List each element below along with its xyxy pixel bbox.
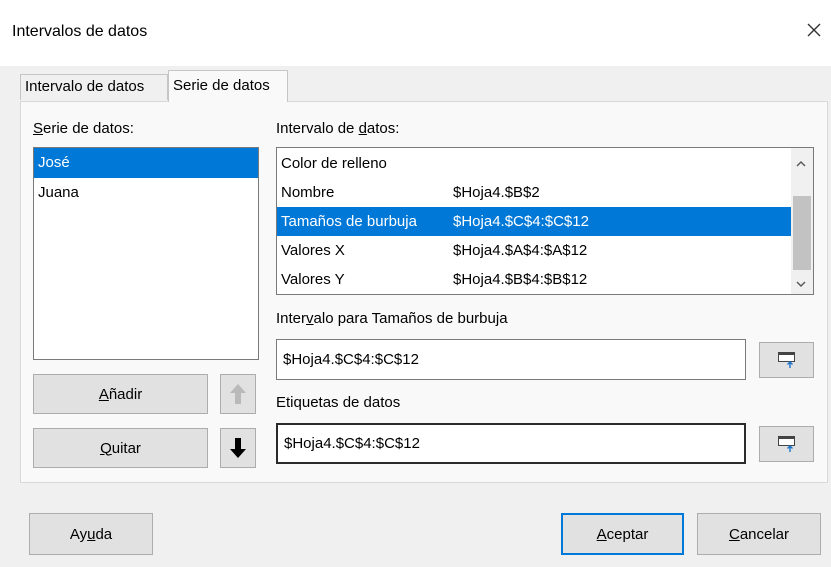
scroll-thumb[interactable] bbox=[793, 196, 811, 270]
window-title: Intervalos de datos bbox=[12, 23, 148, 40]
range-for-label-start: Inter bbox=[276, 310, 307, 327]
move-up-button[interactable] bbox=[220, 374, 256, 414]
series-item-juana[interactable]: Juana bbox=[34, 178, 258, 208]
ok-button[interactable]: Aceptar bbox=[561, 513, 684, 555]
cancel-button-mnemonic: C bbox=[728, 525, 740, 543]
ok-button-rest: ceptar bbox=[606, 525, 649, 543]
range-row-y-values[interactable]: Valores Y $Hoja4.$B$4:$B$12 bbox=[277, 265, 791, 294]
ranges-scrollbar[interactable] bbox=[791, 148, 813, 294]
range-role: Tamaños de burbuja bbox=[281, 213, 417, 230]
remove-button[interactable]: Quitar bbox=[33, 428, 208, 468]
range-value: $Hoja4.$B$2 bbox=[453, 184, 540, 201]
series-item-jose[interactable]: José bbox=[34, 148, 258, 178]
ranges-label-mnemonic: d bbox=[358, 120, 367, 137]
scroll-up-button[interactable] bbox=[795, 156, 807, 173]
remove-button-mnemonic: Q bbox=[100, 439, 112, 457]
help-button-start: Ay bbox=[69, 525, 88, 543]
add-button-rest: ñadir bbox=[108, 385, 143, 403]
range-for-label-rest: alo para Tamaños de burbuja bbox=[313, 310, 508, 327]
data-labels-label: Etiquetas de datos bbox=[276, 394, 401, 411]
ranges-table[interactable]: Color de relleno Nombre $Hoja4.$B$2 Tama… bbox=[276, 147, 814, 295]
cancel-button-rest: ancelar bbox=[739, 525, 790, 543]
range-value: $Hoja4.$C$4:$C$12 bbox=[453, 213, 589, 230]
range-role: Valores X bbox=[281, 242, 345, 259]
tab-intervalo-de-datos[interactable]: Intervalo de datos bbox=[20, 74, 168, 100]
range-for-label-mnemonic: v bbox=[306, 310, 314, 327]
range-row-bubble-sizes[interactable]: Tamaños de burbuja $Hoja4.$C$4:$C$12 bbox=[277, 207, 791, 236]
help-button-mnemonic: u bbox=[87, 525, 96, 543]
cancel-button[interactable]: Cancelar bbox=[697, 513, 821, 555]
select-data-labels-range-button[interactable] bbox=[759, 426, 814, 462]
add-button-mnemonic: A bbox=[98, 385, 109, 403]
series-label-rest: erie de datos: bbox=[43, 120, 134, 137]
series-list[interactable]: José Juana bbox=[33, 147, 259, 360]
data-labels-field[interactable]: $Hoja4.$C$4:$C$12 bbox=[276, 423, 746, 464]
range-role: Valores Y bbox=[281, 271, 345, 288]
tab-serie-de-datos[interactable]: Serie de datos bbox=[168, 70, 288, 102]
range-for-field[interactable]: $Hoja4.$C$4:$C$12 bbox=[276, 339, 746, 380]
range-row-x-values[interactable]: Valores X $Hoja4.$A$4:$A$12 bbox=[277, 236, 791, 265]
shrink-dialog-icon bbox=[777, 352, 795, 368]
scroll-down-button[interactable] bbox=[795, 276, 807, 293]
select-range-button[interactable] bbox=[759, 342, 814, 378]
ranges-label-rest: atos: bbox=[366, 120, 400, 137]
chevron-down-icon bbox=[796, 281, 806, 287]
close-icon bbox=[807, 23, 821, 37]
range-role: Color de relleno bbox=[281, 155, 387, 172]
series-label-mnemonic: S bbox=[33, 120, 44, 137]
range-for-label: Intervalo para Tamaños de burbuja bbox=[276, 310, 508, 327]
chevron-up-icon bbox=[796, 161, 806, 167]
close-button[interactable] bbox=[800, 16, 828, 44]
ok-button-mnemonic: A bbox=[596, 525, 607, 543]
ranges-label-start: Intervalo de bbox=[276, 120, 359, 137]
range-value: $Hoja4.$A$4:$A$12 bbox=[453, 242, 588, 259]
remove-button-rest: uitar bbox=[111, 439, 141, 457]
series-list-label: Serie de datos: bbox=[33, 120, 134, 137]
shrink-dialog-icon bbox=[777, 436, 795, 452]
ranges-rows: Color de relleno Nombre $Hoja4.$B$2 Tama… bbox=[277, 149, 791, 294]
add-button[interactable]: Añadir bbox=[33, 374, 208, 414]
ranges-label: Intervalo de datos: bbox=[276, 120, 399, 137]
help-button[interactable]: Ay u da bbox=[29, 513, 153, 555]
move-down-button[interactable] bbox=[220, 428, 256, 468]
range-row-name[interactable]: Nombre $Hoja4.$B$2 bbox=[277, 178, 791, 207]
help-button-rest: da bbox=[95, 525, 113, 543]
arrow-up-icon bbox=[230, 384, 246, 404]
range-row-fill-color[interactable]: Color de relleno bbox=[277, 149, 791, 178]
range-role: Nombre bbox=[281, 184, 335, 201]
arrow-down-icon bbox=[230, 438, 246, 458]
range-value: $Hoja4.$B$4:$B$12 bbox=[453, 271, 588, 288]
